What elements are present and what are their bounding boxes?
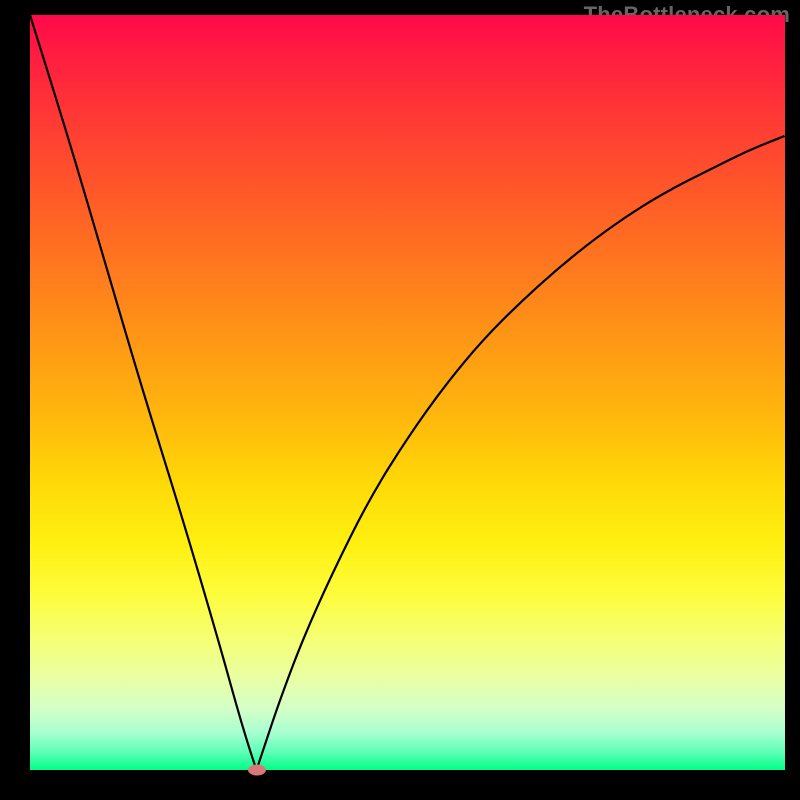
minimum-marker <box>248 765 266 776</box>
curve-left-branch <box>30 15 257 770</box>
curve-right-branch <box>257 136 786 770</box>
chart-frame: TheBottleneck.com <box>0 0 800 800</box>
plot-area <box>30 15 785 770</box>
bottleneck-curve <box>30 15 785 770</box>
